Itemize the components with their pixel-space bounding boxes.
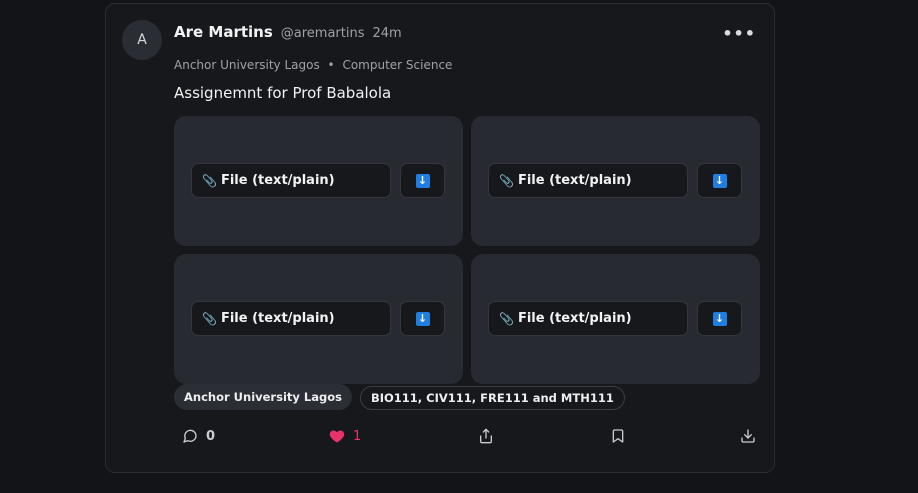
paperclip-icon: 📎 xyxy=(499,311,514,326)
post-meta: Anchor University Lagos • Computer Scien… xyxy=(174,58,452,72)
download-arrow-icon: ↓ xyxy=(415,173,430,188)
author-name[interactable]: Are Martins xyxy=(174,23,273,41)
attachment-tile: 📎 File (text/plain) ↓ xyxy=(174,254,463,384)
more-options-icon[interactable]: ••• xyxy=(722,24,756,43)
bookmark-icon xyxy=(612,429,624,443)
like-count: 1 xyxy=(353,428,362,444)
action-bar: 0 1 xyxy=(174,428,760,452)
like-button[interactable]: 1 xyxy=(329,428,361,444)
attachment-tile: 📎 File (text/plain) ↓ xyxy=(471,254,760,384)
comment-icon xyxy=(183,429,197,443)
post-card: A Are Martins @aremartins 24m ••• Anchor… xyxy=(105,3,775,473)
share-button[interactable] xyxy=(478,428,494,444)
comment-count: 0 xyxy=(206,428,216,444)
post-content: Assignemnt for Prof Babalola xyxy=(174,84,392,102)
download-arrow-icon: ↓ xyxy=(712,173,727,188)
file-label: File (text/plain) xyxy=(517,311,632,326)
attachment-tile: 📎 File (text/plain) ↓ xyxy=(471,116,760,246)
file-attachment[interactable]: 📎 File (text/plain) xyxy=(488,163,688,198)
download-post-button[interactable] xyxy=(740,428,756,444)
heart-icon xyxy=(329,430,345,443)
tag-university[interactable]: Anchor University Lagos xyxy=(174,384,352,410)
download-icon xyxy=(741,429,755,443)
attachments-grid: 📎 File (text/plain) ↓ 📎 File (text/plain… xyxy=(174,116,760,384)
avatar[interactable]: A xyxy=(122,20,162,60)
share-icon xyxy=(480,428,492,444)
university-label: Anchor University Lagos xyxy=(174,58,320,72)
download-button[interactable]: ↓ xyxy=(697,301,742,336)
file-attachment[interactable]: 📎 File (text/plain) xyxy=(488,301,688,336)
comment-button[interactable]: 0 xyxy=(182,428,215,444)
file-label: File (text/plain) xyxy=(220,173,335,188)
paperclip-icon: 📎 xyxy=(499,173,514,188)
paperclip-icon: 📎 xyxy=(202,173,217,188)
download-button[interactable]: ↓ xyxy=(400,163,445,198)
download-arrow-icon: ↓ xyxy=(415,311,430,326)
bookmark-button[interactable] xyxy=(610,428,626,444)
tag-courses[interactable]: BIO111, CIV111, FRE111 and MTH111 xyxy=(359,386,625,410)
author-handle[interactable]: @aremartins xyxy=(281,26,365,41)
post-header: Are Martins @aremartins 24m xyxy=(174,23,402,41)
paperclip-icon: 📎 xyxy=(202,311,217,326)
attachment-tile: 📎 File (text/plain) ↓ xyxy=(174,116,463,246)
post-time: 24m xyxy=(372,26,402,41)
file-label: File (text/plain) xyxy=(220,311,335,326)
department-label: Computer Science xyxy=(342,58,453,72)
download-arrow-icon: ↓ xyxy=(712,311,727,326)
meta-separator: • xyxy=(327,58,335,72)
file-attachment[interactable]: 📎 File (text/plain) xyxy=(191,301,391,336)
download-button[interactable]: ↓ xyxy=(697,163,742,198)
download-button[interactable]: ↓ xyxy=(400,301,445,336)
file-attachment[interactable]: 📎 File (text/plain) xyxy=(191,163,391,198)
file-label: File (text/plain) xyxy=(517,173,632,188)
tag-list: Anchor University Lagos BIO111, CIV111, … xyxy=(174,384,625,410)
